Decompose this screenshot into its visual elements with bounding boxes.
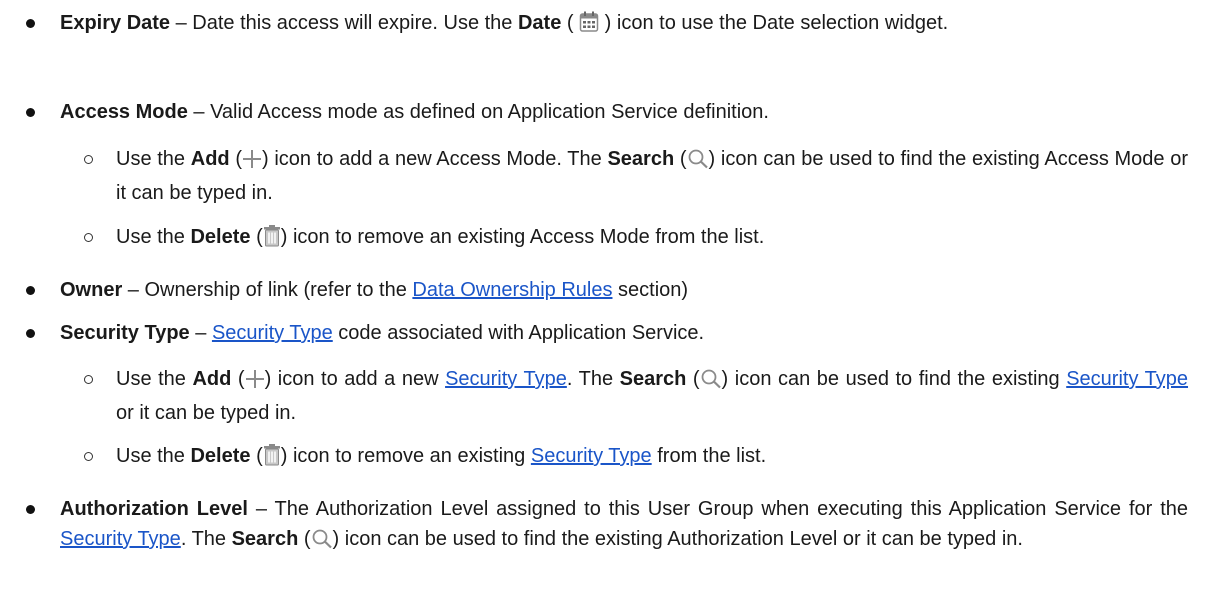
sub-bullet	[84, 155, 93, 164]
trash-icon	[263, 225, 281, 256]
list-item-security-type: Security Type – Security Type code assoc…	[26, 318, 1188, 348]
sub-item-security-type-add: Use the Add () icon to add a new Securit…	[84, 364, 1188, 428]
list-item-authorization-level: Authorization Level – The Authorization …	[26, 494, 1188, 558]
trash-icon	[263, 444, 281, 475]
magnifier-icon	[311, 528, 333, 558]
link-data-ownership-rules[interactable]: Data Ownership Rules	[412, 279, 612, 301]
sub-bullet	[84, 375, 93, 384]
plus-icon	[242, 148, 262, 178]
term-security-type: Security Type	[60, 322, 190, 344]
term-expiry-date: Expiry Date	[60, 12, 171, 34]
magnifier-icon	[687, 148, 709, 178]
sub-bullet	[84, 452, 93, 461]
link-security-type[interactable]: Security Type	[1066, 368, 1188, 390]
bullet	[26, 329, 35, 338]
sub-item-access-mode-add: Use the Add () icon to add a new Access …	[84, 144, 1188, 208]
link-security-type[interactable]: Security Type	[60, 528, 181, 550]
sub-item-security-type-delete: Use the Delete () icon to remove an exis…	[84, 441, 1188, 475]
term-owner: Owner	[60, 279, 123, 301]
sub-item-access-mode-delete: Use the Delete () icon to remove an exis…	[84, 222, 1188, 256]
plus-icon	[245, 368, 265, 398]
bullet	[26, 108, 35, 117]
list-item-access-mode: Access Mode – Valid Access mode as defin…	[26, 97, 1188, 127]
list-item-owner: Owner – Ownership of link (refer to the …	[26, 275, 1188, 305]
magnifier-icon	[700, 368, 722, 398]
link-security-type[interactable]: Security Type	[212, 322, 333, 344]
term-access-mode: Access Mode	[60, 101, 188, 123]
bullet	[26, 286, 35, 295]
bullet	[26, 505, 35, 514]
bullet	[26, 19, 35, 28]
calendar-icon	[579, 11, 599, 42]
term-authorization-level: Authorization Level	[60, 498, 248, 520]
link-security-type[interactable]: Security Type	[531, 445, 652, 467]
list-item-expiry-date: Expiry Date – Date this access will expi…	[26, 8, 1188, 42]
sub-bullet	[84, 233, 93, 242]
link-security-type[interactable]: Security Type	[445, 368, 567, 390]
